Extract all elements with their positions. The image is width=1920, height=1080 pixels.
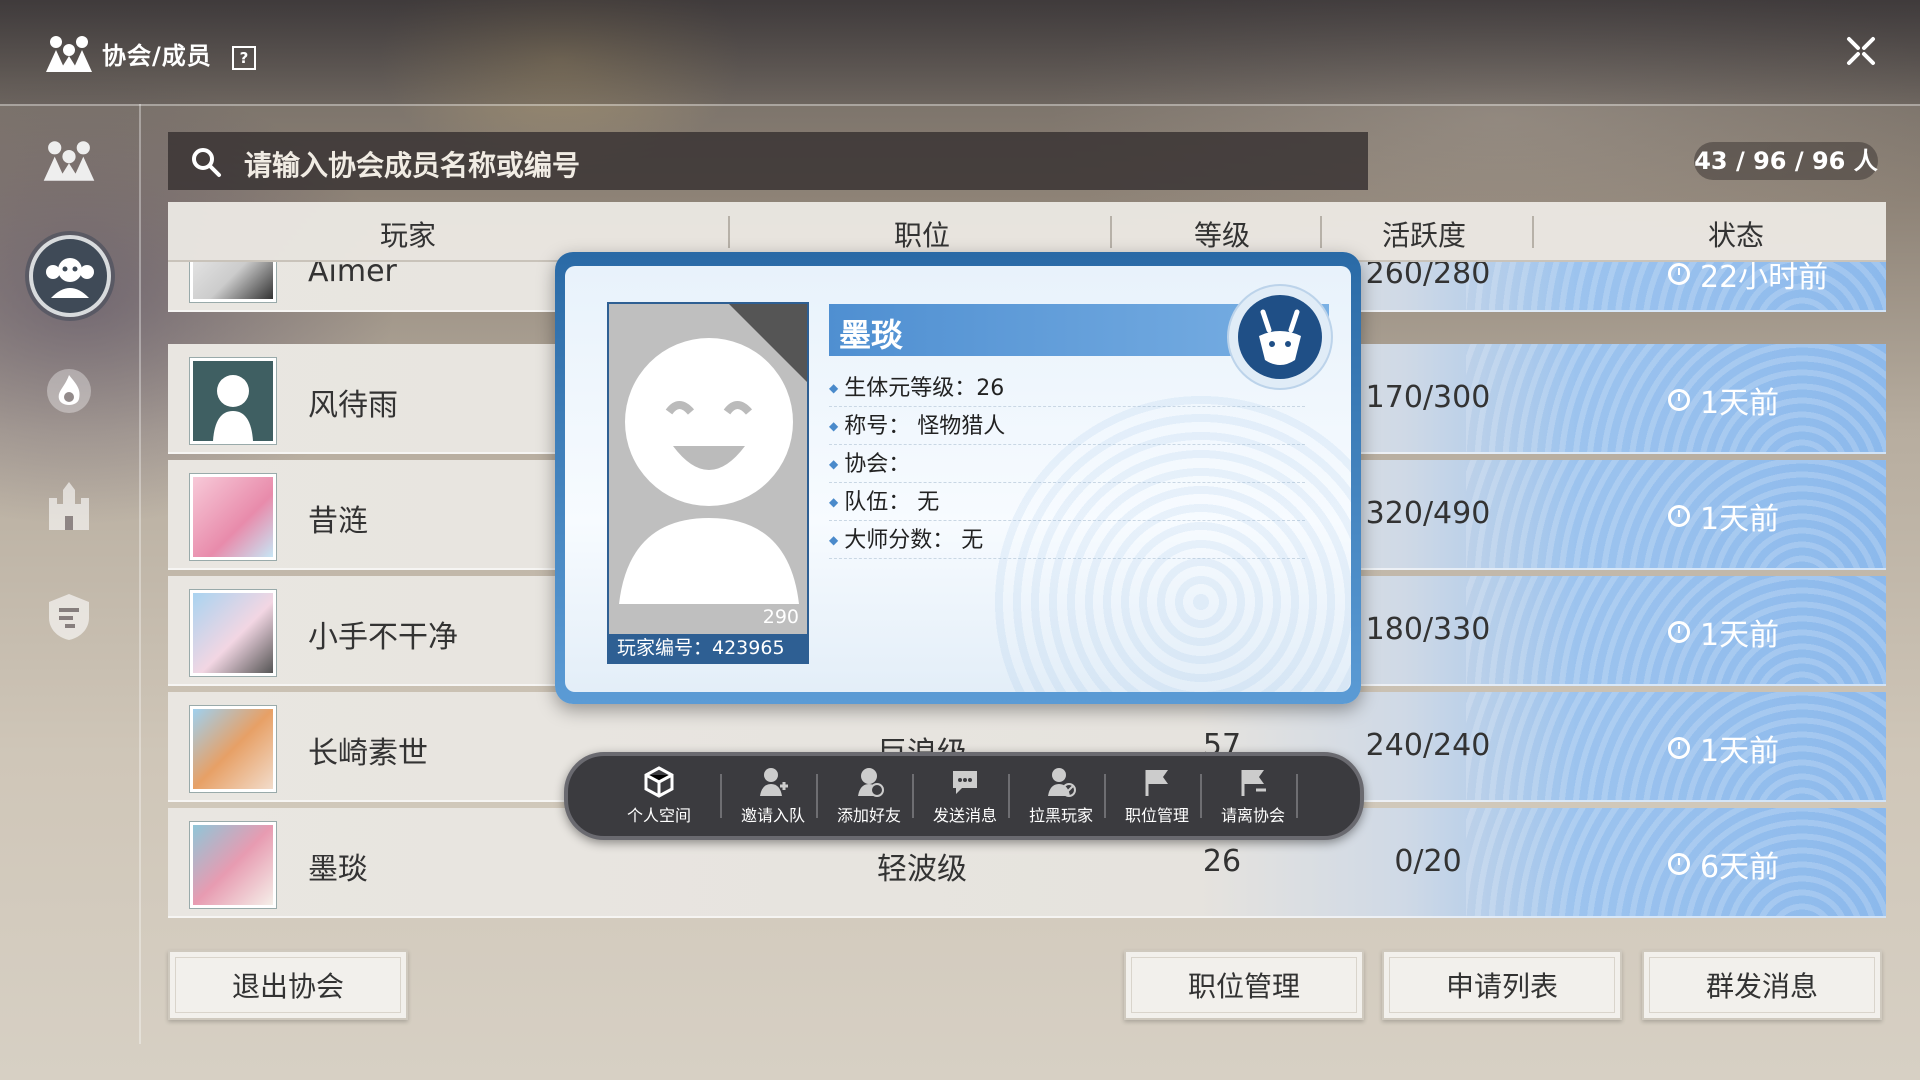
action-divider	[1296, 774, 1298, 818]
activity-value: 320/490	[1365, 496, 1491, 531]
activity-value: 170/300	[1365, 380, 1491, 415]
status-text: 1天前	[1668, 378, 1779, 422]
action-divider	[720, 774, 722, 818]
player-name: Aimer	[308, 262, 397, 289]
info-guild: 协会：	[829, 446, 1305, 483]
clock-icon	[1668, 505, 1690, 527]
player-name: 风待雨	[308, 388, 398, 423]
send-message-button[interactable]: 发送消息	[918, 766, 1012, 830]
member-search[interactable]: 请输入协会成员名称或编号	[168, 132, 1368, 190]
player-name: 昔涟	[308, 504, 368, 539]
avatar	[190, 822, 276, 908]
clock-icon	[1668, 853, 1690, 875]
personal-space-button[interactable]: 个人空间	[612, 766, 706, 830]
header-divider	[728, 216, 730, 248]
add-friend-icon	[858, 768, 884, 797]
search-input[interactable]: 请输入协会成员名称或编号	[244, 144, 580, 184]
activity-value: 260/280	[1365, 262, 1491, 291]
invite-team-button[interactable]: 邀请入队	[726, 766, 820, 830]
header-divider	[1532, 216, 1534, 248]
info-bio-level: 生体元等级：26	[829, 370, 1305, 407]
flame-icon	[47, 369, 91, 413]
nav-flame-button[interactable]	[36, 358, 102, 424]
clock-icon	[1668, 737, 1690, 759]
header-activity: 活跃度	[1381, 219, 1467, 252]
header-divider	[1320, 216, 1322, 248]
message-icon	[953, 771, 977, 794]
activity-value: 180/330	[1365, 612, 1491, 647]
members-icon	[46, 258, 94, 298]
leave-guild-button[interactable]: 退出协会	[168, 950, 408, 1020]
info-title: 称号： 怪物猎人	[829, 408, 1305, 445]
activity-value: 0/20	[1394, 844, 1462, 879]
block-player-button[interactable]: 拉黑玩家	[1014, 766, 1108, 830]
nav-castle-button[interactable]	[36, 472, 102, 538]
top-divider	[0, 104, 1920, 106]
top-bar	[0, 0, 1920, 104]
portrait-level: 290	[762, 606, 799, 628]
flag-icon	[1145, 770, 1168, 796]
help-button[interactable]: ?	[232, 46, 256, 70]
header-player: 玩家	[379, 219, 437, 252]
search-icon	[192, 148, 221, 177]
player-id: 玩家编号：423965	[609, 634, 807, 662]
action-divider	[1104, 774, 1106, 818]
nav-divider	[139, 104, 141, 1044]
profile-card-body: 290 玩家编号：423965 墨琰 生体元等级：26 称号： 怪物猎人 协会：…	[565, 266, 1351, 692]
page-title: 协会/成员	[102, 42, 212, 70]
level-value: 26	[1202, 844, 1242, 879]
clock-icon	[1668, 621, 1690, 643]
add-friend-button[interactable]: 添加好友	[822, 766, 916, 830]
shield-icon	[49, 594, 89, 640]
action-divider	[1200, 774, 1202, 818]
clock-icon	[1668, 389, 1690, 411]
nav-shield-button[interactable]	[36, 584, 102, 650]
action-divider	[912, 774, 914, 818]
status-text: 22小时前	[1668, 262, 1828, 296]
avatar	[190, 474, 276, 560]
guild-emblem-icon	[36, 128, 102, 194]
avatar	[190, 262, 276, 302]
avatar	[190, 590, 276, 676]
profile-name: 墨琰	[839, 316, 904, 354]
position-value: 轻波级	[877, 852, 967, 887]
status-text: 1天前	[1668, 610, 1779, 654]
status-text: 6天前	[1668, 842, 1779, 886]
application-list-button[interactable]: 申请列表	[1382, 950, 1622, 1020]
invite-team-icon	[760, 768, 788, 796]
player-name: 长崎素世	[308, 736, 428, 771]
nav-members-button[interactable]	[29, 235, 111, 317]
action-divider	[1008, 774, 1010, 818]
default-avatar-icon	[213, 375, 253, 441]
action-divider	[816, 774, 818, 818]
info-team: 队伍： 无	[829, 484, 1305, 521]
header-level: 等级	[1193, 219, 1251, 252]
header-position: 职位	[893, 219, 951, 252]
activity-value: 240/240	[1365, 728, 1491, 763]
position-management-button[interactable]: 职位管理	[1124, 950, 1364, 1020]
block-icon	[1048, 768, 1076, 797]
cube-icon	[644, 766, 674, 798]
status-text: 1天前	[1668, 494, 1779, 538]
avatar	[190, 706, 276, 792]
broadcast-message-button[interactable]: 群发消息	[1642, 950, 1882, 1020]
castle-icon	[49, 482, 89, 530]
player-action-bar: 个人空间 邀请入队 添加好友 发送消息 拉黑玩家 职位管理 请离协会	[564, 752, 1364, 840]
avatar	[190, 358, 276, 444]
header-divider	[1110, 216, 1112, 248]
status-text: 1天前	[1668, 726, 1779, 770]
player-name: 墨琰	[308, 852, 368, 887]
member-count: 43 / 96 / 96 人	[1694, 142, 1878, 180]
close-icon[interactable]	[1846, 36, 1876, 66]
player-name: 小手不干净	[308, 620, 458, 655]
position-manage-action-button[interactable]: 职位管理	[1110, 766, 1204, 830]
player-profile-card: 290 玩家编号：423965 墨琰 生体元等级：26 称号： 怪物猎人 协会：…	[555, 252, 1361, 704]
info-master-score: 大师分数： 无	[829, 522, 1305, 559]
header-status: 状态	[1707, 219, 1765, 252]
kick-from-guild-button[interactable]: 请离协会	[1206, 766, 1300, 830]
player-portrait: 290 玩家编号：423965	[607, 302, 809, 664]
kick-flag-icon	[1241, 770, 1266, 796]
guild-logo-icon	[46, 36, 92, 72]
clock-icon	[1668, 263, 1690, 285]
